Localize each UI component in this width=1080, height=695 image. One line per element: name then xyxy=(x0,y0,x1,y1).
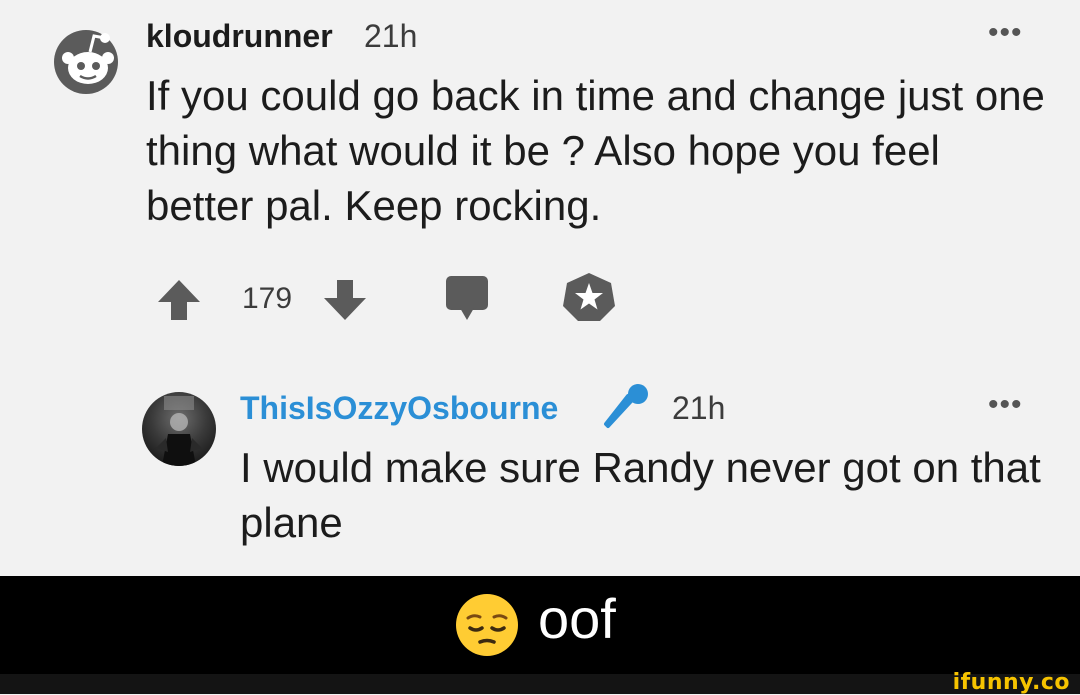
reddit-comment-thread: kloudrunner 21h ••• If you could go back… xyxy=(0,0,1080,576)
comment-username[interactable]: kloudrunner xyxy=(146,18,333,55)
vote-score: 179 xyxy=(242,282,293,315)
award-icon[interactable] xyxy=(560,270,618,324)
comment-body: If you could go back in time and change … xyxy=(146,72,1045,229)
user-avatar[interactable] xyxy=(142,392,216,466)
comment-more-options-button[interactable]: ••• xyxy=(988,16,1023,50)
downvote-arrow-icon[interactable] xyxy=(322,278,368,322)
comment-action-bar: 179 xyxy=(150,268,630,328)
pensive-face-emoji-icon xyxy=(456,594,518,656)
caption-text: oof xyxy=(538,587,616,650)
ozzy-avatar-image xyxy=(156,396,202,466)
comment-timestamp: 21h xyxy=(364,18,418,54)
comment-reply-icon[interactable] xyxy=(444,272,490,324)
microphone-flair-icon xyxy=(604,384,648,428)
reply-body: I would make sure Randy never got on tha… xyxy=(240,444,1041,546)
reply-username[interactable]: ThisIsOzzyOsbourne xyxy=(240,390,558,427)
reddit-snoo-avatar-icon[interactable] xyxy=(50,24,122,96)
reply-timestamp: 21h xyxy=(672,390,726,426)
footer-band xyxy=(0,674,1080,694)
ifunny-watermark: ifunny.co xyxy=(952,670,1070,695)
reply-more-options-button[interactable]: ••• xyxy=(988,388,1023,422)
upvote-arrow-icon[interactable] xyxy=(156,278,202,322)
